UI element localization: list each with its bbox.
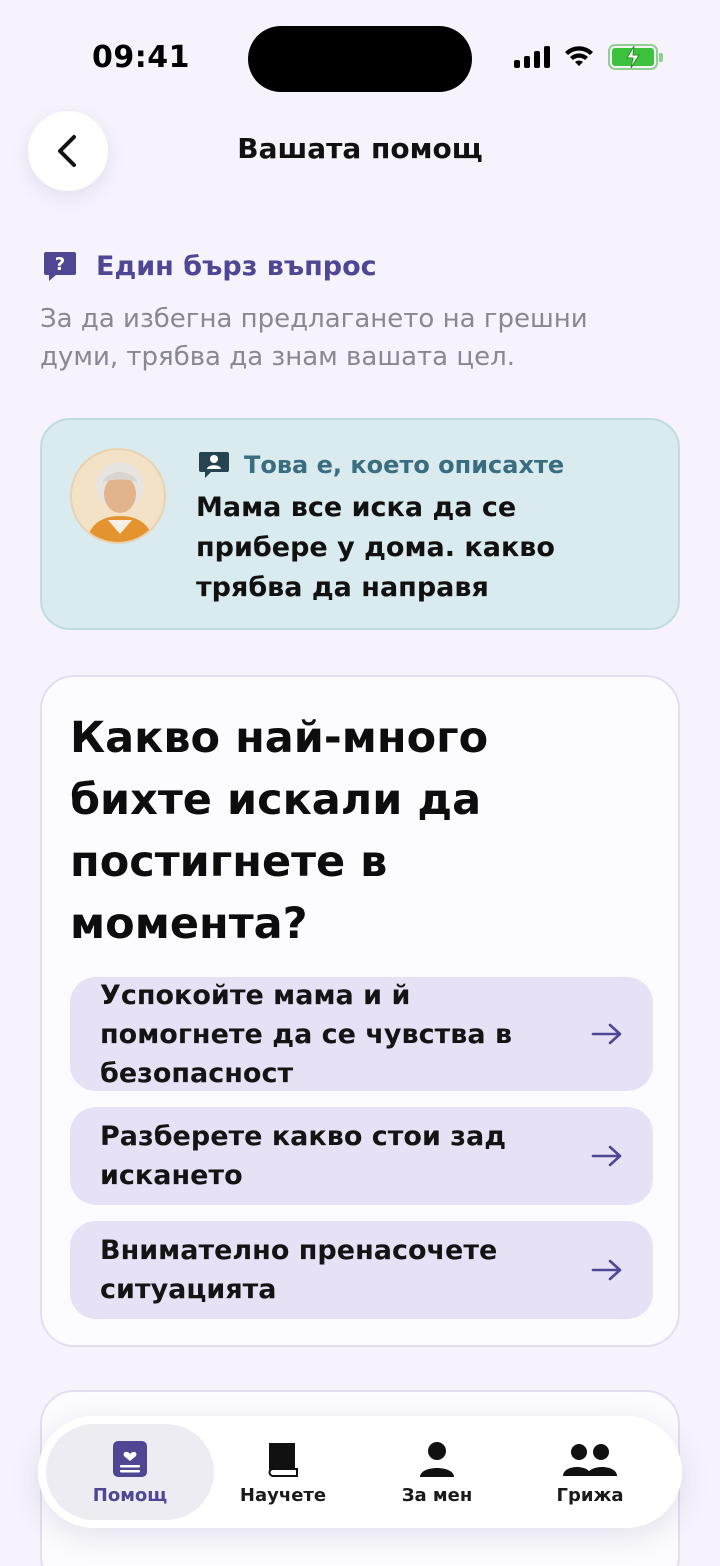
option-redirect-situation[interactable]: Внимателно пренасочете ситуацията	[70, 1221, 653, 1319]
avatar	[70, 448, 166, 544]
described-heading: Това е, което описахте	[198, 450, 564, 480]
question-title: Какво най-много бихте искали да постигне…	[70, 713, 489, 949]
status-time: 09:41	[92, 40, 190, 75]
nav-label: Научете	[239, 1484, 327, 1506]
help-card-icon	[113, 1440, 147, 1477]
quick-question-label: Един бърз въпрос	[96, 250, 377, 282]
arrow-right-icon	[591, 1145, 622, 1167]
nav-item-learn[interactable]: Научете	[199, 1424, 367, 1520]
signal-icon	[514, 46, 550, 68]
nav-item-about-me[interactable]: За мен	[353, 1424, 521, 1520]
nav-label: Помощ	[92, 1484, 168, 1506]
wifi-icon	[565, 46, 593, 66]
nav-item-help[interactable]: Помощ	[46, 1424, 214, 1520]
question-card: Какво най-много бихте искали да постигне…	[40, 675, 680, 1347]
battery-charging-icon	[608, 44, 663, 70]
dynamic-island	[248, 26, 472, 92]
option-label: Успокойте мама и й помогнете да се чувст…	[100, 979, 513, 1089]
described-text: Мама все иска да се прибере у дома. какв…	[196, 492, 555, 603]
people-icon	[563, 1443, 617, 1476]
quick-question-heading: ? Един бърз въпрос	[42, 248, 377, 284]
nav-label: За мен	[401, 1484, 473, 1506]
page-title: Вашата помощ	[237, 132, 483, 165]
svg-text:?: ?	[55, 254, 65, 275]
person-bubble-icon	[199, 452, 229, 478]
person-icon	[420, 1441, 454, 1477]
described-card: Това е, което описахте Мама все иска да …	[40, 418, 680, 630]
option-label: Внимателно пренасочете ситуацията	[100, 1235, 498, 1305]
question-bubble-icon: ?	[44, 252, 76, 281]
nav-item-care[interactable]: Грижа	[506, 1424, 674, 1520]
option-calm-mom[interactable]: Успокойте мама и й помогнете да се чувст…	[70, 977, 653, 1091]
nav-label: Грижа	[556, 1484, 624, 1506]
status-icons	[514, 44, 663, 70]
arrow-right-icon	[591, 1023, 622, 1045]
status-bar: 09:41	[0, 0, 720, 110]
bottom-nav: Помощ Научете За мен Грижа	[38, 1416, 682, 1528]
option-label: Разберете какво стои зад искането	[100, 1121, 507, 1191]
described-label: Това е, което описахте	[244, 451, 565, 479]
arrow-right-icon	[591, 1259, 622, 1281]
quick-question-subtitle: За да избегна предлагането на грешни дум…	[40, 304, 588, 372]
book-icon	[268, 1442, 298, 1477]
option-understand-request[interactable]: Разберете какво стои зад искането	[70, 1107, 653, 1205]
